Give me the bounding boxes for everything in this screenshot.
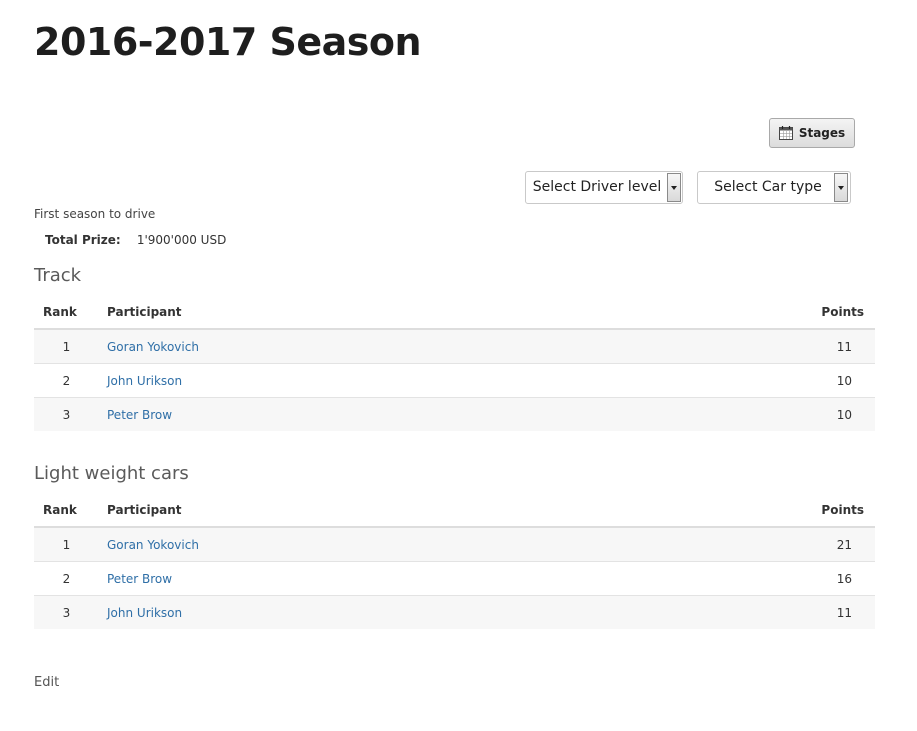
participant-link[interactable]: Peter Brow bbox=[107, 572, 172, 586]
participant-link[interactable]: Goran Yokovich bbox=[107, 538, 199, 552]
stages-button-label: Stages bbox=[798, 126, 846, 140]
table-row: 2 John Urikson 10 bbox=[34, 363, 875, 398]
participant-link[interactable]: John Urikson bbox=[107, 606, 182, 620]
points-cell: 10 bbox=[604, 363, 875, 398]
column-header-rank: Rank bbox=[34, 494, 99, 528]
rank-cell: 1 bbox=[34, 527, 99, 562]
column-header-participant: Participant bbox=[99, 296, 605, 330]
table-header-row: Rank Participant Points bbox=[34, 494, 875, 528]
total-prize-label: Total Prize: bbox=[45, 233, 121, 247]
participant-link[interactable]: Peter Brow bbox=[107, 408, 172, 422]
participant-cell: Goran Yokovich bbox=[99, 527, 605, 562]
total-prize-value: 1'900'000 USD bbox=[136, 233, 227, 247]
track-standings-table: Rank Participant Points 1 Goran Yokovich… bbox=[34, 296, 875, 431]
participant-cell: Goran Yokovich bbox=[99, 329, 605, 364]
driver-level-select-label: Select Driver level bbox=[532, 179, 662, 195]
participant-link[interactable]: John Urikson bbox=[107, 374, 182, 388]
light-weight-cars-standings-table: Rank Participant Points 1 Goran Yokovich… bbox=[34, 494, 875, 629]
stages-button[interactable]: Stages bbox=[769, 118, 855, 148]
rank-cell: 3 bbox=[34, 397, 99, 431]
total-prize: Total Prize: 1'900'000 USD bbox=[45, 233, 226, 247]
season-description: First season to drive bbox=[34, 207, 156, 221]
car-type-select[interactable]: Select Car type bbox=[697, 171, 851, 204]
participant-link[interactable]: Goran Yokovich bbox=[107, 340, 199, 354]
chevron-down-icon[interactable] bbox=[834, 173, 848, 202]
section-title-track: Track bbox=[34, 265, 82, 286]
table-row: 1 Goran Yokovich 11 bbox=[34, 329, 875, 364]
participant-cell: Peter Brow bbox=[99, 561, 605, 596]
rank-cell: 2 bbox=[34, 363, 99, 398]
column-header-participant: Participant bbox=[99, 494, 605, 528]
page-title: 2016-2017 Season bbox=[34, 20, 422, 64]
rank-cell: 1 bbox=[34, 329, 99, 364]
points-cell: 16 bbox=[604, 561, 875, 596]
points-cell: 11 bbox=[604, 329, 875, 364]
section-title-light-weight-cars: Light weight cars bbox=[34, 463, 189, 484]
table-row: 2 Peter Brow 16 bbox=[34, 561, 875, 596]
points-cell: 21 bbox=[604, 527, 875, 562]
column-header-points: Points bbox=[604, 296, 875, 330]
table-row: 3 Peter Brow 10 bbox=[34, 397, 875, 431]
participant-cell: Peter Brow bbox=[99, 397, 605, 431]
column-header-rank: Rank bbox=[34, 296, 99, 330]
points-cell: 10 bbox=[604, 397, 875, 431]
edit-link[interactable]: Edit bbox=[34, 675, 59, 690]
points-cell: 11 bbox=[604, 595, 875, 629]
car-type-select-label: Select Car type bbox=[714, 179, 822, 195]
column-header-points: Points bbox=[604, 494, 875, 528]
table-header-row: Rank Participant Points bbox=[34, 296, 875, 330]
table-row: 1 Goran Yokovich 21 bbox=[34, 527, 875, 562]
calendar-icon bbox=[778, 126, 793, 140]
driver-level-select[interactable]: Select Driver level bbox=[525, 171, 683, 204]
chevron-down-icon[interactable] bbox=[667, 173, 681, 202]
participant-cell: John Urikson bbox=[99, 595, 605, 629]
rank-cell: 3 bbox=[34, 595, 99, 629]
participant-cell: John Urikson bbox=[99, 363, 605, 398]
rank-cell: 2 bbox=[34, 561, 99, 596]
table-row: 3 John Urikson 11 bbox=[34, 595, 875, 629]
